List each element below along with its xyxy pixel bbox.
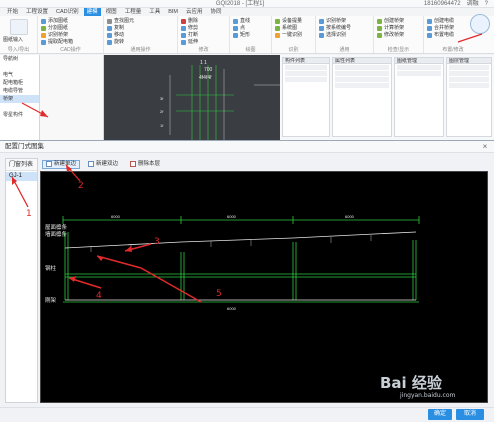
annotation-arrow: [457, 33, 483, 43]
baidu-watermark: Bai 经验 jingyan.baidu.com: [360, 372, 490, 412]
watermark-subtext: jingyan.baidu.com: [400, 392, 456, 399]
watermark-text: Bai 经验: [380, 374, 442, 392]
background-annotations: [21, 33, 483, 118]
annotation-arrowhead: [40, 110, 48, 117]
main-app-window: GQI2018 - [工程1] 18160964472 调融 ? 开始 工程设置…: [0, 0, 494, 140]
